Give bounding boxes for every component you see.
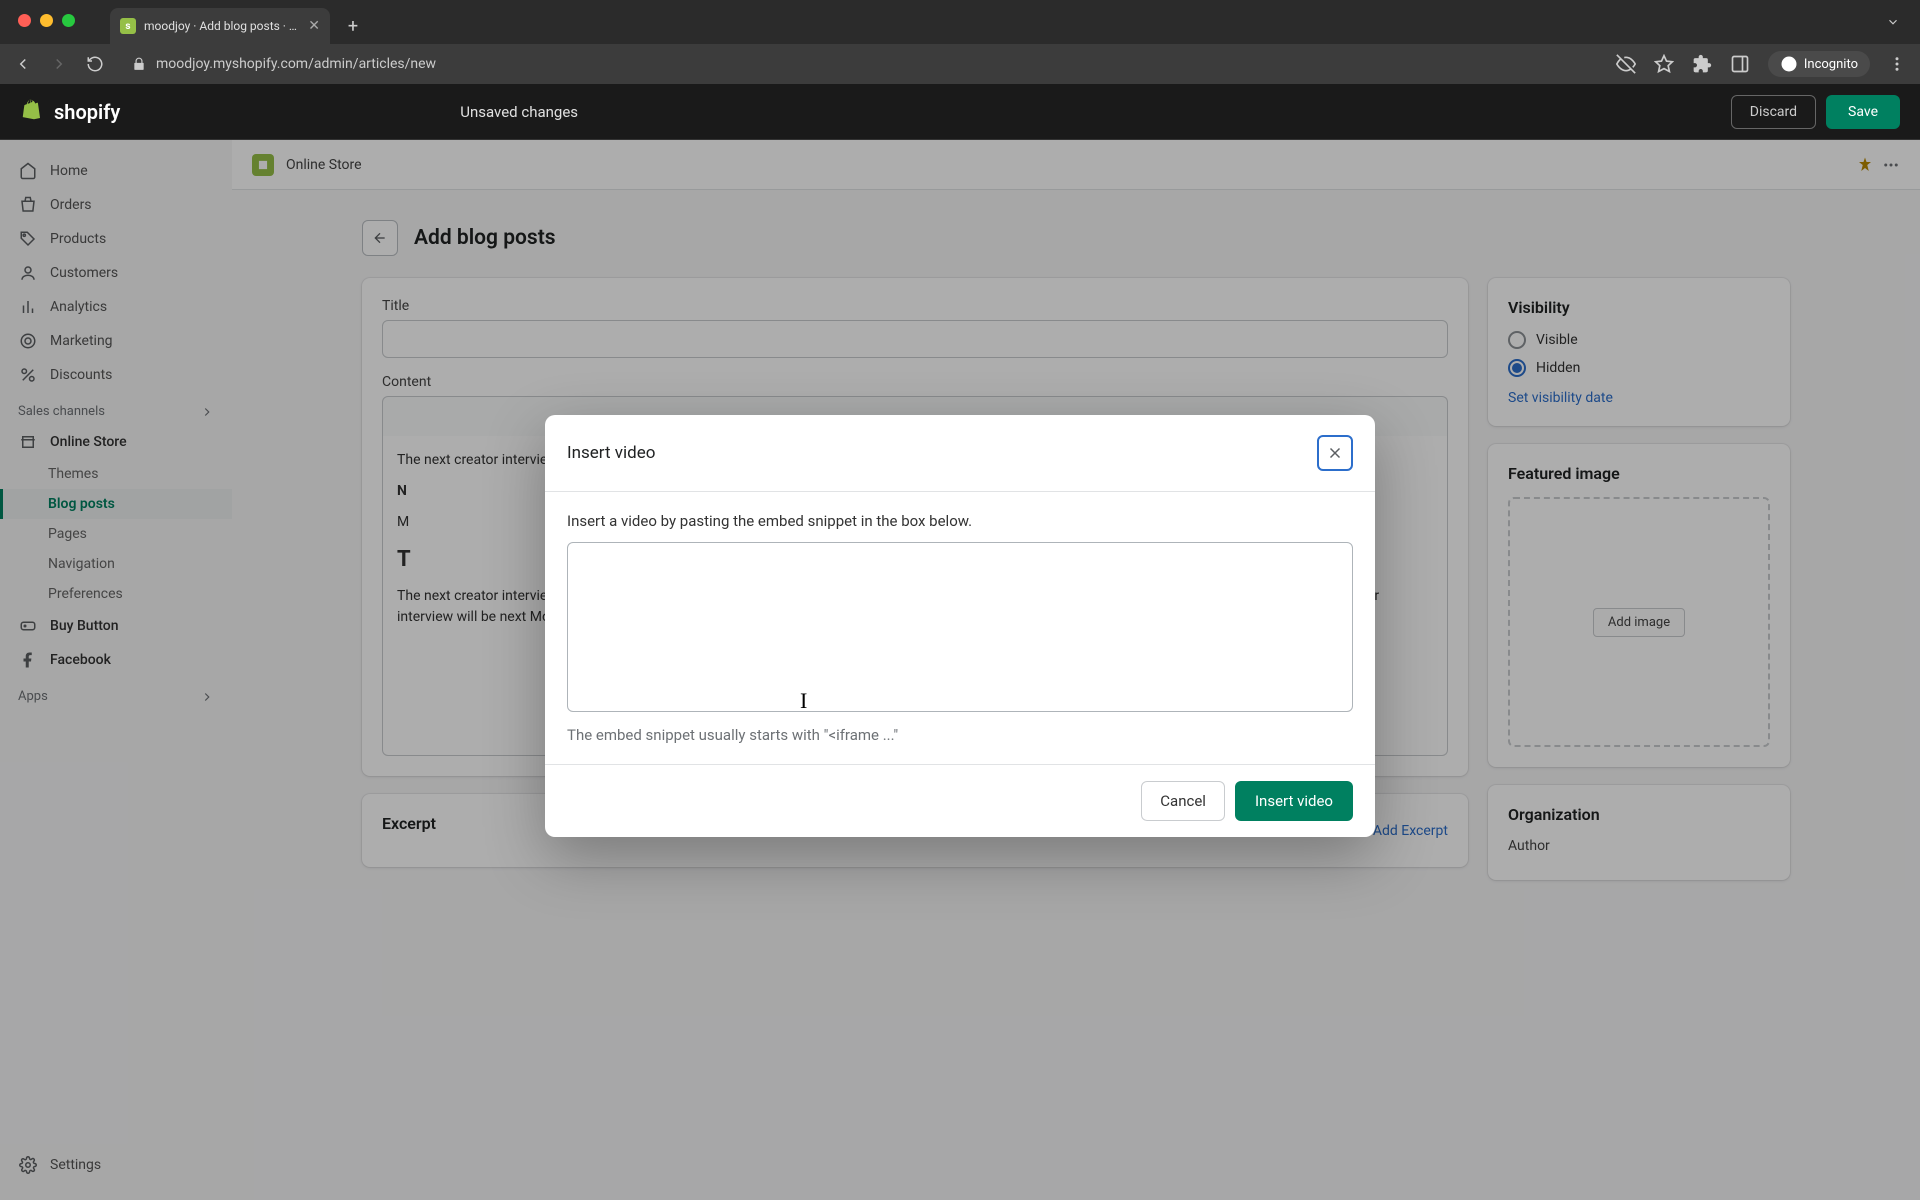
modal-title: Insert video <box>567 443 655 463</box>
unsaved-changes-label: Unsaved changes <box>460 103 578 121</box>
tab-title: moodjoy · Add blog posts · Sho <box>144 19 300 33</box>
url-right-actions: Incognito <box>1616 51 1906 77</box>
lock-icon <box>132 57 146 71</box>
incognito-label: Incognito <box>1804 57 1858 72</box>
save-button[interactable]: Save <box>1826 95 1900 129</box>
window-minimize-icon[interactable] <box>40 14 53 27</box>
close-icon <box>1326 444 1344 462</box>
modal-description: Insert a video by pasting the embed snip… <box>567 512 1353 530</box>
shopify-brand-text: shopify <box>54 100 120 124</box>
window-maximize-icon[interactable] <box>62 14 75 27</box>
modal-close-button[interactable] <box>1317 435 1353 471</box>
incognito-icon <box>1780 55 1798 73</box>
nav-reload-icon[interactable] <box>86 55 108 73</box>
tab-close-icon[interactable]: ✕ <box>308 18 320 34</box>
incognito-pill[interactable]: Incognito <box>1768 51 1870 77</box>
extensions-icon[interactable] <box>1692 54 1712 74</box>
add-tab-button[interactable]: + <box>338 11 368 41</box>
bookmark-star-icon[interactable] <box>1654 54 1674 74</box>
visibility-off-icon[interactable] <box>1616 54 1636 74</box>
shopify-top-bar: shopify Unsaved changes Discard Save <box>0 84 1920 140</box>
menu-dots-icon[interactable] <box>1888 55 1906 73</box>
tab-overflow-icon[interactable] <box>1886 15 1900 29</box>
browser-tab-bar: s moodjoy · Add blog posts · Sho ✕ + <box>0 0 1920 44</box>
browser-tab[interactable]: s moodjoy · Add blog posts · Sho ✕ <box>110 8 330 44</box>
nav-back-icon[interactable] <box>14 55 36 73</box>
url-area[interactable]: moodjoy.myshopify.com/admin/articles/new <box>122 56 1602 72</box>
url-text: moodjoy.myshopify.com/admin/articles/new <box>156 56 436 72</box>
embed-snippet-textarea[interactable] <box>567 542 1353 712</box>
shopify-favicon-icon: s <box>120 18 136 34</box>
window-controls <box>18 14 75 27</box>
side-panel-icon[interactable] <box>1730 54 1750 74</box>
browser-url-bar: moodjoy.myshopify.com/admin/articles/new… <box>0 44 1920 84</box>
window-close-icon[interactable] <box>18 14 31 27</box>
cancel-button[interactable]: Cancel <box>1141 781 1225 821</box>
insert-video-modal: Insert video Insert a video by pasting t… <box>545 415 1375 837</box>
shopify-logo-icon <box>20 98 48 126</box>
discard-button[interactable]: Discard <box>1731 95 1816 129</box>
nav-forward-icon <box>50 55 72 73</box>
modal-hint: The embed snippet usually starts with "<… <box>567 726 1353 744</box>
shopify-logo[interactable]: shopify <box>20 98 120 126</box>
insert-video-button[interactable]: Insert video <box>1235 781 1353 821</box>
